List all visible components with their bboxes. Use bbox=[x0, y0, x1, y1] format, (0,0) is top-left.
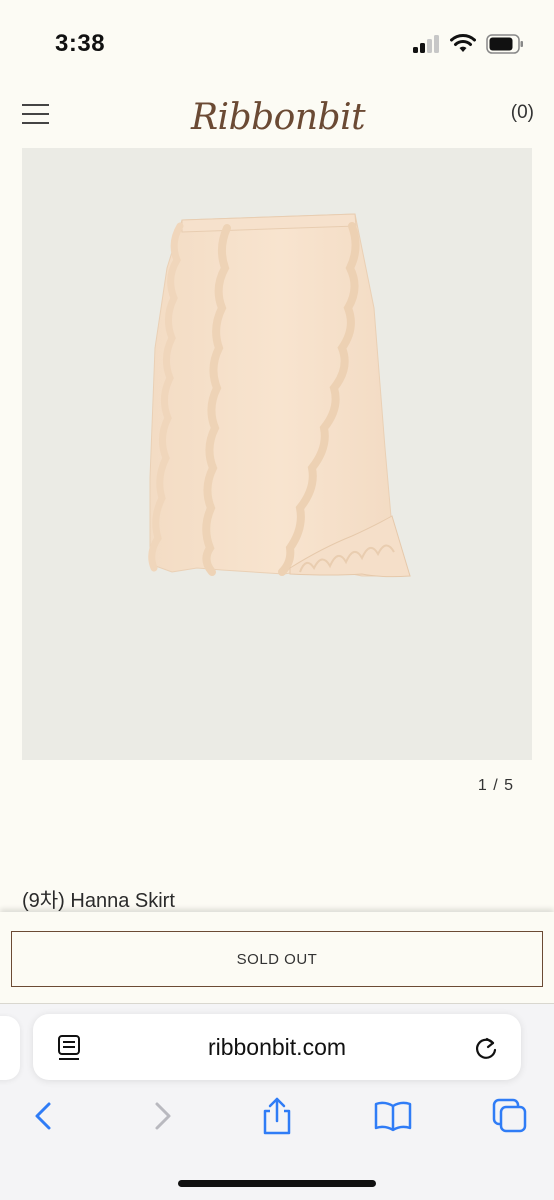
status-time: 3:38 bbox=[55, 30, 106, 57]
address-bar[interactable]: ribbonbit.com bbox=[33, 1014, 521, 1080]
hamburger-menu-icon[interactable] bbox=[22, 104, 49, 124]
browser-chrome: ribbonbit.com bbox=[0, 1004, 554, 1200]
gallery-pager: 1 / 5 bbox=[477, 777, 514, 794]
chevron-right-icon[interactable] bbox=[142, 1096, 182, 1136]
brand-logo[interactable]: Ribbonbit bbox=[178, 88, 378, 148]
chevron-left-icon[interactable] bbox=[24, 1096, 64, 1136]
product-title: (9차) Hanna Skirt bbox=[22, 890, 175, 912]
wifi-icon bbox=[450, 34, 476, 52]
cart-link[interactable]: (0) bbox=[511, 102, 534, 124]
status-bar: 3:38 bbox=[0, 0, 554, 80]
product-image[interactable] bbox=[22, 148, 532, 760]
browser-toolbar bbox=[0, 1096, 554, 1146]
home-indicator bbox=[178, 1180, 376, 1187]
book-icon[interactable] bbox=[373, 1096, 413, 1136]
sold-out-button[interactable]: SOLD OUT bbox=[11, 931, 543, 987]
share-icon[interactable] bbox=[257, 1096, 297, 1136]
url-text: ribbonbit.com bbox=[207, 1034, 347, 1060]
reload-icon[interactable] bbox=[473, 1034, 499, 1062]
tabs-icon[interactable] bbox=[490, 1096, 530, 1136]
skirt-photo bbox=[148, 213, 411, 578]
purchase-bar: SOLD OUT bbox=[0, 912, 554, 1004]
cellular-signal-icon bbox=[413, 35, 443, 53]
previous-tab-edge[interactable] bbox=[0, 1016, 20, 1080]
battery-icon bbox=[486, 34, 523, 54]
site-header: Ribbonbit (0) bbox=[0, 80, 554, 148]
